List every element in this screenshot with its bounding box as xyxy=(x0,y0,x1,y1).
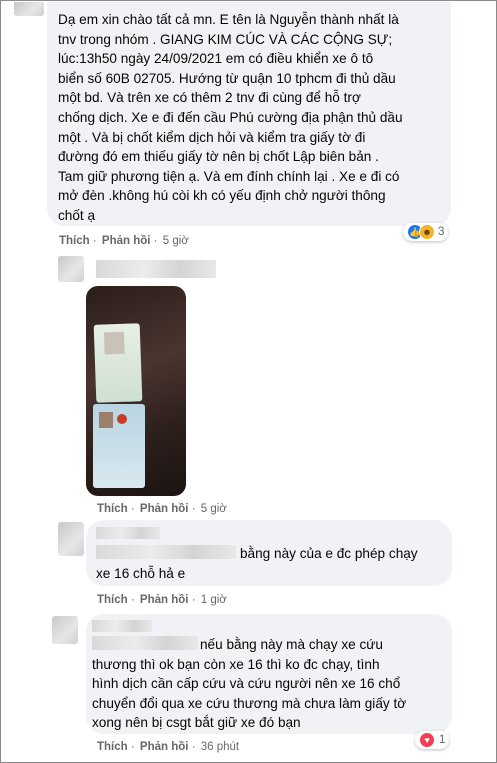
separator: · xyxy=(191,503,196,515)
license-card-image xyxy=(93,404,145,488)
reply-button[interactable]: Phản hồi xyxy=(140,594,189,606)
reply-button[interactable]: Phản hồi xyxy=(102,235,151,247)
comment-text: bằng này của e đc phép chạy xe 16 chỗ hả… xyxy=(96,546,418,581)
like-button[interactable]: Thích xyxy=(97,741,128,753)
like-button[interactable]: Thích xyxy=(59,235,90,247)
comment-actions: Thích · Phản hồi · 1 giờ xyxy=(97,594,229,606)
separator: · xyxy=(130,741,135,753)
comment-text: Dạ em xin chào tất cả mn. E tên là Nguyễ… xyxy=(58,12,403,223)
commenter-name[interactable] xyxy=(96,260,216,278)
reaction-count: 3 xyxy=(438,226,445,238)
avatar[interactable] xyxy=(52,616,78,644)
separator: · xyxy=(191,594,196,606)
like-button[interactable]: Thích xyxy=(97,503,128,515)
avatar[interactable] xyxy=(58,256,84,282)
timestamp[interactable]: 5 giờ xyxy=(201,503,227,515)
separator: · xyxy=(191,741,196,753)
commenter-name[interactable] xyxy=(92,620,152,632)
comment-actions: Thích · Phản hồi · 5 giờ xyxy=(97,503,229,515)
separator: · xyxy=(153,235,158,247)
reaction-count: 1 xyxy=(439,734,446,746)
comment-actions: Thích · Phản hồi · 36 phút xyxy=(97,741,241,753)
comment-photo[interactable] xyxy=(86,286,186,496)
reply-button[interactable]: Phản hồi xyxy=(140,741,189,753)
timestamp[interactable]: 1 giờ xyxy=(201,594,227,606)
avatar[interactable] xyxy=(14,2,44,16)
reaction-summary[interactable]: ♥ 1 xyxy=(415,731,450,749)
comment-text: nếu bằng này mà chạy xe cứu thương thì o… xyxy=(92,637,407,731)
timestamp[interactable]: 36 phút xyxy=(201,741,239,753)
like-button[interactable]: Thích xyxy=(97,594,128,606)
reply-button[interactable]: Phản hồi xyxy=(140,503,189,515)
comment-actions: Thích · Phản hồi · 5 giờ xyxy=(59,235,191,247)
haha-reaction-icon: ☻ xyxy=(419,224,435,240)
reaction-summary[interactable]: 👍 ☻ 3 xyxy=(403,223,449,241)
separator: · xyxy=(130,594,135,606)
separator: · xyxy=(130,503,135,515)
timestamp[interactable]: 5 giờ xyxy=(163,235,189,247)
avatar[interactable] xyxy=(58,522,84,556)
love-reaction-icon: ♥ xyxy=(419,732,435,748)
commenter-name[interactable] xyxy=(96,527,160,539)
separator: · xyxy=(92,235,97,247)
id-card-image xyxy=(93,323,143,403)
